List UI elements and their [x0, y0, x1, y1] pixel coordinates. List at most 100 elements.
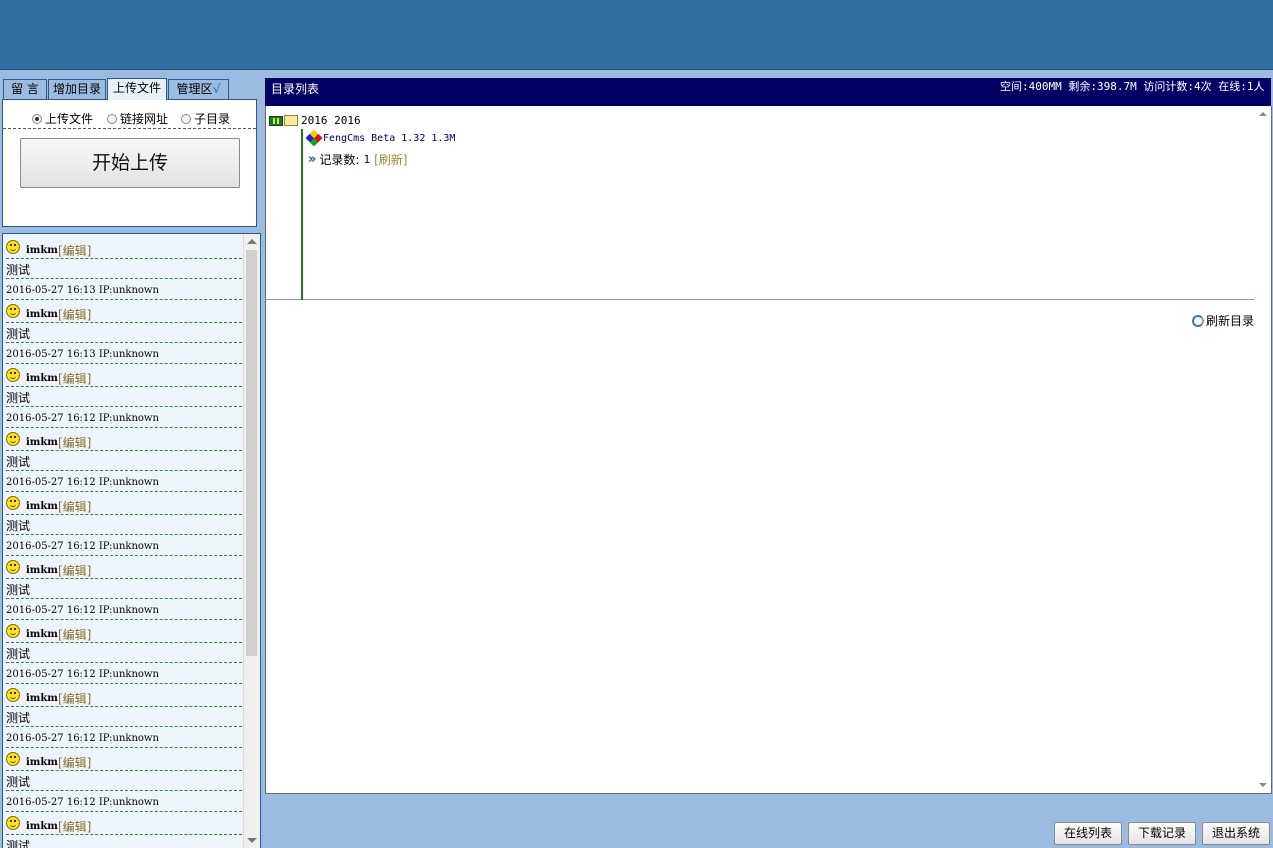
radio-dot[interactable] — [32, 113, 42, 124]
list-item: imkm [编辑] 测试 2016-05-27 16:13 IP:unknown — [6, 302, 242, 366]
list-item: imkm [编辑] 测试 2016-05-27 16:12 IP:unknown — [6, 430, 242, 494]
radio-dot[interactable] — [181, 113, 191, 124]
message-user: imkm — [26, 629, 58, 640]
online-list-button[interactable]: 在线列表 — [1054, 822, 1122, 845]
radio-subdirectory[interactable]: 子目录 — [181, 110, 230, 127]
smiley-icon — [6, 560, 20, 574]
message-text: 测试 — [6, 323, 242, 343]
top-banner — [0, 0, 1273, 70]
start-upload-button[interactable]: 开始上传 — [20, 138, 240, 188]
message-text: 测试 — [6, 835, 242, 848]
folder-icon — [284, 115, 298, 126]
message-text: 测试 — [6, 771, 242, 791]
scroll-down-icon[interactable] — [1259, 783, 1267, 787]
message-list: imkm [编辑] 测试 2016-05-27 16:13 IP:unknown imk… — [6, 238, 242, 848]
list-item: imkm [编辑] 测试 — [6, 814, 242, 848]
message-user: imkm — [26, 501, 58, 512]
upload-type-options: 上传文件 链接网址 子目录 — [3, 110, 256, 129]
smiley-icon — [6, 496, 20, 510]
message-meta: 2016-05-27 16:12 IP:unknown — [6, 727, 242, 748]
message-meta: 2016-05-27 16:13 IP:unknown — [6, 279, 242, 300]
record-count: » 记录数: 1 [刷新] — [308, 151, 407, 168]
message-meta: 2016-05-27 16:12 IP:unknown — [6, 791, 242, 812]
edit-link[interactable]: [编辑] — [58, 498, 91, 515]
list-item: imkm [编辑] 测试 2016-05-27 16:13 IP:unknown — [6, 238, 242, 302]
message-header: imkm [编辑] — [6, 238, 242, 259]
space-stats: 空间:400MM 剩余:398.7M 访问计数:4次 在线:1人 — [1000, 80, 1265, 93]
message-user: imkm — [26, 245, 58, 256]
scroll-thumb[interactable] — [246, 250, 257, 656]
download-records-button[interactable]: 下载记录 — [1128, 822, 1196, 845]
edit-link[interactable]: [编辑] — [58, 370, 91, 387]
message-header: imkm [编辑] — [6, 302, 242, 323]
tab-guestbook[interactable]: 留 言 — [3, 79, 47, 99]
smiley-icon — [6, 240, 20, 254]
message-header: imkm [编辑] — [6, 430, 242, 451]
tab-label: 管理区 — [176, 82, 213, 96]
edit-link[interactable]: [编辑] — [58, 562, 91, 579]
message-user: imkm — [26, 373, 58, 384]
tab-admin[interactable]: 管理区√ — [168, 79, 229, 99]
message-user: imkm — [26, 757, 58, 768]
file-item[interactable]: FengCms Beta 1.32 1.3M — [305, 129, 455, 147]
scroll-down-icon[interactable] — [247, 838, 257, 843]
message-text: 测试 — [6, 515, 242, 535]
tab-upload-file[interactable]: 上传文件 — [107, 78, 167, 100]
message-header: imkm [编辑] — [6, 622, 242, 643]
tree-root[interactable]: 2016 2016 — [269, 114, 361, 127]
radio-link-url[interactable]: 链接网址 — [107, 110, 168, 127]
refresh-link[interactable]: [刷新] — [374, 151, 407, 168]
scroll-up-icon[interactable] — [247, 239, 257, 244]
tab-label: 上传文件 — [112, 81, 161, 95]
check-icon: √ — [212, 82, 221, 96]
edit-link[interactable]: [编辑] — [58, 690, 91, 707]
list-item: imkm [编辑] 测试 2016-05-27 16:12 IP:unknown — [6, 686, 242, 750]
logout-button[interactable]: 退出系统 — [1202, 822, 1270, 845]
tree-expand-icon[interactable] — [269, 115, 283, 126]
double-chevron-icon: » — [308, 152, 317, 167]
smiley-icon — [6, 432, 20, 446]
directory-header: 目录列表 空间:400MM 剩余:398.7M 访问计数:4次 在线:1人 — [265, 78, 1271, 106]
message-text: 测试 — [6, 259, 242, 279]
smiley-icon — [6, 752, 20, 766]
directory-tree: 2016 2016 FengCms Beta 1.32 1.3M » 记录数: … — [266, 106, 1254, 300]
list-item: imkm [编辑] 测试 2016-05-27 16:12 IP:unknown — [6, 366, 242, 430]
smiley-icon — [6, 304, 20, 318]
message-text: 测试 — [6, 451, 242, 471]
message-meta: 2016-05-27 16:12 IP:unknown — [6, 407, 242, 428]
folder-label[interactable]: 2016 2016 — [301, 114, 361, 127]
message-text: 测试 — [6, 643, 242, 663]
edit-link[interactable]: [编辑] — [58, 434, 91, 451]
edit-link[interactable]: [编辑] — [58, 818, 91, 835]
edit-link[interactable]: [编辑] — [58, 306, 91, 323]
message-text: 测试 — [6, 707, 242, 727]
edit-link[interactable]: [编辑] — [58, 242, 91, 259]
edit-link[interactable]: [编辑] — [58, 626, 91, 643]
smiley-icon — [6, 624, 20, 638]
record-count-value: 1 — [363, 153, 371, 166]
message-meta: 2016-05-27 16:12 IP:unknown — [6, 663, 242, 684]
message-text: 测试 — [6, 579, 242, 599]
tab-add-directory[interactable]: 增加目录 — [48, 79, 106, 99]
upload-panel: 上传文件 链接网址 子目录 开始上传 — [2, 99, 257, 227]
message-header: imkm [编辑] — [6, 366, 242, 387]
radio-dot[interactable] — [107, 113, 117, 124]
message-meta: 2016-05-27 16:12 IP:unknown — [6, 535, 242, 556]
message-scrollbar[interactable] — [243, 234, 260, 848]
scroll-up-icon[interactable] — [1259, 112, 1267, 116]
file-label[interactable]: FengCms Beta 1.32 1.3M — [323, 133, 455, 144]
refresh-directory-label: 刷新目录 — [1205, 314, 1254, 328]
tab-label: 增加目录 — [52, 82, 101, 96]
edit-link[interactable]: [编辑] — [58, 754, 91, 771]
list-item: imkm [编辑] 测试 2016-05-27 16:12 IP:unknown — [6, 750, 242, 814]
refresh-icon — [1191, 314, 1204, 327]
radio-upload-file[interactable]: 上传文件 — [32, 110, 93, 127]
refresh-directory-button[interactable]: 刷新目录 — [1191, 312, 1254, 329]
tab-label: 留 言 — [11, 82, 39, 96]
smiley-icon — [6, 368, 20, 382]
directory-scrollbar[interactable] — [1255, 106, 1271, 793]
smiley-icon — [6, 688, 20, 702]
list-item: imkm [编辑] 测试 2016-05-27 16:12 IP:unknown — [6, 622, 242, 686]
message-header: imkm [编辑] — [6, 494, 242, 515]
message-user: imkm — [26, 693, 58, 704]
